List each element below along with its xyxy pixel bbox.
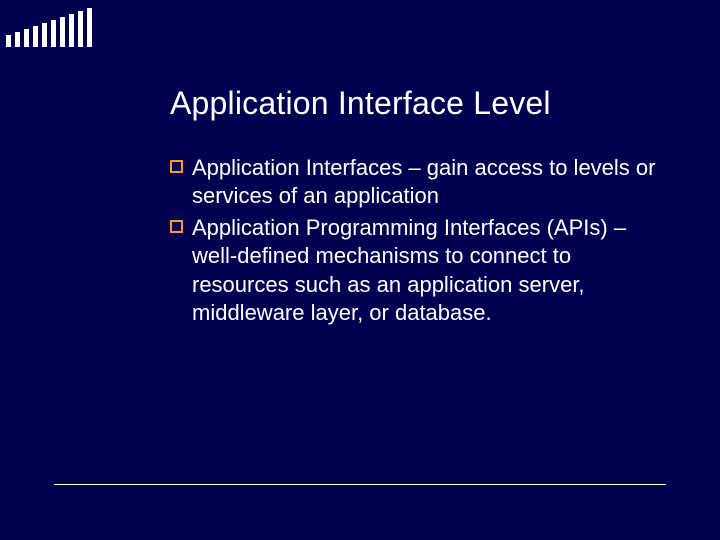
list-item: Application Programming Interfaces (APIs… [170, 214, 660, 327]
bullet-text: Application Programming Interfaces (APIs… [192, 215, 626, 324]
square-bullet-icon [170, 220, 183, 233]
bullet-text: Application Interfaces – gain access to … [192, 155, 655, 208]
slide-title: Application Interface Level [170, 85, 660, 122]
square-bullet-icon [170, 160, 183, 173]
decorative-comb [6, 8, 92, 47]
horizontal-rule [54, 484, 666, 485]
slide-content: Application Interface Level Application … [170, 85, 660, 331]
bullet-list: Application Interfaces – gain access to … [170, 154, 660, 327]
list-item: Application Interfaces – gain access to … [170, 154, 660, 210]
